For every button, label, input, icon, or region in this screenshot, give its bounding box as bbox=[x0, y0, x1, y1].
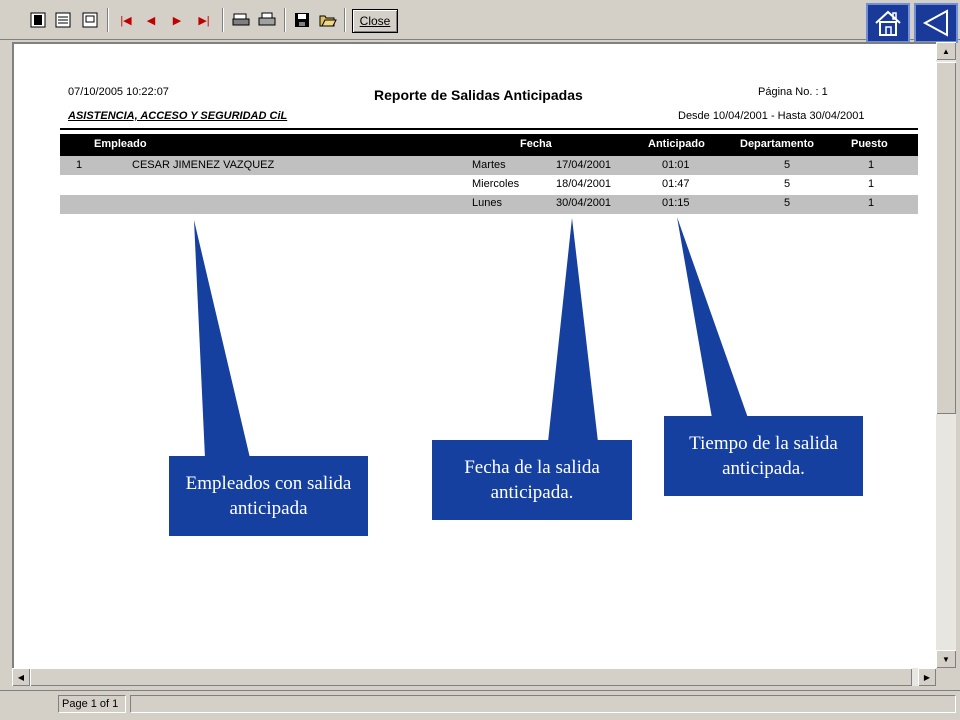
pointer-empleados bbox=[194, 220, 250, 458]
callout-pointers bbox=[194, 217, 748, 458]
pointer-tiempo bbox=[677, 217, 748, 418]
callout-empleados: Empleados con salida anticipada bbox=[169, 456, 368, 536]
callout-tiempo: Tiempo de la salida anticipada. bbox=[664, 416, 863, 496]
pointer-fecha bbox=[548, 218, 598, 442]
callout-fecha: Fecha de la salida anticipada. bbox=[432, 440, 632, 520]
